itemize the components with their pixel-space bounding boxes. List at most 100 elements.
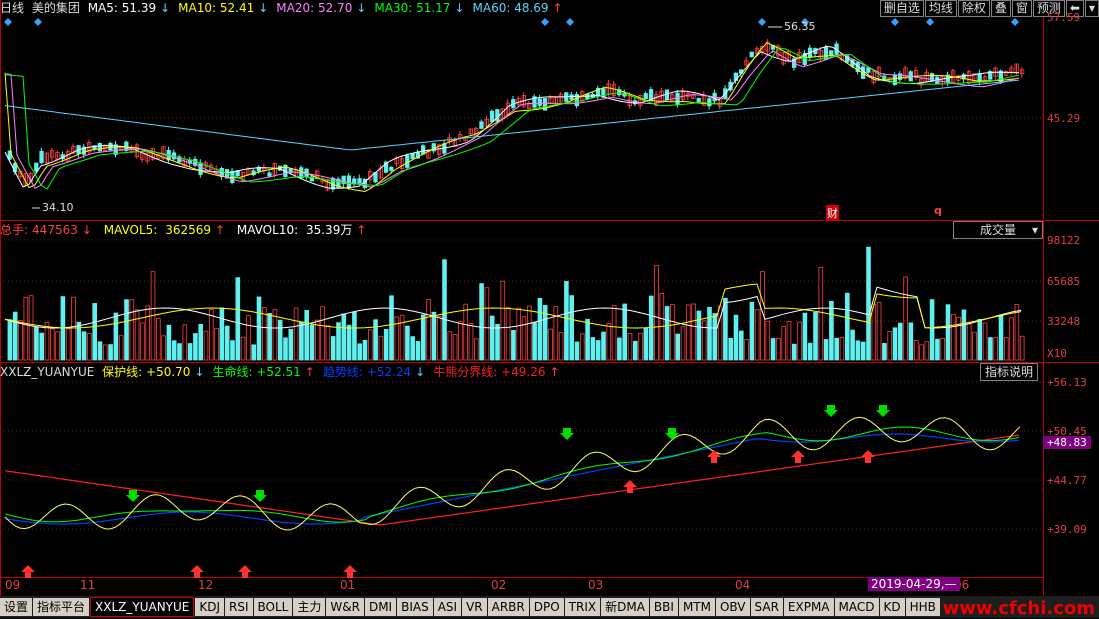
volume-bar [283,337,288,361]
volume-bars [7,246,1025,361]
volume-bar [611,305,617,361]
ex-right-button[interactable]: 除权 [957,0,990,17]
candle-body [405,155,410,168]
tab-arbr[interactable]: ARBR [487,598,529,616]
volume-bar [293,307,299,361]
indicator-help-button[interactable]: 指标说明 [980,363,1039,381]
indicator-name: XXLZ_YUANYUE [0,365,95,379]
indicator-legend-item: 保护线: +50.70 ↓ [102,365,208,379]
volume-bar [272,309,278,361]
volume-bar [34,327,39,361]
financial-report-marker[interactable]: 财 [826,205,839,221]
volume-bar [405,325,410,361]
volume-bar [1009,317,1014,361]
down-arrow-icon [560,428,574,440]
candle-body [230,170,235,184]
tab--[interactable]: 指标平台 [33,598,90,616]
volume-bar [929,299,935,361]
tab-kdj[interactable]: KDJ [195,598,225,616]
volume-indicator-dropdown[interactable]: 成交量 ▾ [953,221,1043,239]
price-header: 日线 美的集团 MA5: 51.39 ↓ MA10: 52.41 ↓ MA20: 52.… [0,0,575,17]
tab-dpo[interactable]: DPO [529,598,564,616]
volume-bar [495,323,500,361]
tab--dma[interactable]: 新DMA [601,598,649,616]
volume-bar [7,319,13,361]
volume-bar [754,309,760,361]
volume-bar [749,301,755,361]
tab-dmi[interactable]: DMI [364,598,397,616]
candle-body [707,98,712,107]
indicator-value: 趋势线: +52.24 [322,365,412,379]
volume-bar [251,344,257,361]
tab-trix[interactable]: TRIX [564,598,601,616]
up-arrow-icon [343,565,357,578]
delete-watchlist-button[interactable]: 删自选 [879,0,924,17]
volume-bar [108,344,113,361]
up-arrow-icon [21,565,35,578]
volume-bar [521,316,527,361]
tab-macd[interactable]: MACD [834,598,879,616]
overlay-button[interactable]: 叠 [990,0,1011,17]
tab-vr[interactable]: VR [462,598,487,616]
volume-header: 总手: 447563 ↓ MAVOL5: 362569 ↑ MAVOL10: 35.3… [0,222,374,239]
indicator-header: XXLZ_YUANYUE 保护线: +50.70 ↓ 生命线: +52.51 ↑ 趋势线… [0,364,572,381]
volume-bar [182,324,188,361]
tab--[interactable]: 主力 [293,598,326,616]
tab-obv[interactable]: OBV [715,598,750,616]
volume-bar [648,295,654,361]
tab-expma[interactable]: EXPMA [783,598,834,616]
volume-y-label-3: 33248 [1047,315,1081,328]
menu-dropdown-icon[interactable]: ▾ [1084,0,1099,17]
tab-asi[interactable]: ASI [433,598,462,616]
mavol5-label: MAVOL5: [103,223,158,237]
tab-boll[interactable]: BOLL [253,598,293,616]
volume-bar [203,330,209,361]
volume-bar [256,296,262,361]
ma-line-button[interactable]: 均线 [924,0,957,17]
chevron-down-icon: ▾ [1031,223,1038,237]
tab-hhb[interactable]: HHB [905,598,940,616]
volume-bar [341,313,347,361]
volume-bar [299,321,304,361]
volume-bar [871,303,877,361]
tab-rsi[interactable]: RSI [225,598,253,616]
volume-bar [113,312,119,361]
volume-bar [436,315,442,361]
tab-kd[interactable]: KD [879,598,905,616]
q-marker[interactable]: q [934,204,942,217]
volume-bar [723,297,728,361]
volume-bar [892,327,898,361]
tab-bbi[interactable]: BBI [649,598,678,616]
volume-bar [28,295,34,361]
volume-bar [744,339,749,361]
volume-bar [214,327,219,361]
volume-bar [701,320,707,361]
volume-bar [860,341,866,361]
window-button[interactable]: 窗 [1011,0,1032,17]
tab--[interactable]: 设置 [0,598,33,616]
volume-bar [664,306,670,361]
up-arrow-icon [707,450,721,463]
volume-bar [129,299,135,361]
indicator-value: 保护线: +50.70 [102,365,191,379]
volume-title-value: 447563 [32,223,78,237]
price-y-label-top: 57.59 [1047,11,1081,24]
tab-bias[interactable]: BIAS [397,598,433,616]
tab-mtm[interactable]: MTM [678,598,715,616]
candle-body [749,51,754,58]
tab-sar[interactable]: SAR [750,598,783,616]
event-diamond-icon [926,18,934,26]
chart-canvas [0,0,1099,596]
volume-bar [654,264,659,361]
tab-xxlz-yuanyue[interactable]: XXLZ_YUANYUE [90,597,195,617]
volume-bar [574,341,580,361]
down-arrow-icon [876,405,890,417]
event-diamond-icon [4,18,12,26]
volume-bar [118,335,124,361]
event-diamond-icon [1011,18,1019,26]
volume-bar [267,313,272,361]
volume-bar [23,296,29,361]
volume-bar [569,295,574,361]
ma-legend-item: MA30: 51.17 ↓ [374,1,468,15]
tab-w-r[interactable]: W&R [326,598,364,616]
